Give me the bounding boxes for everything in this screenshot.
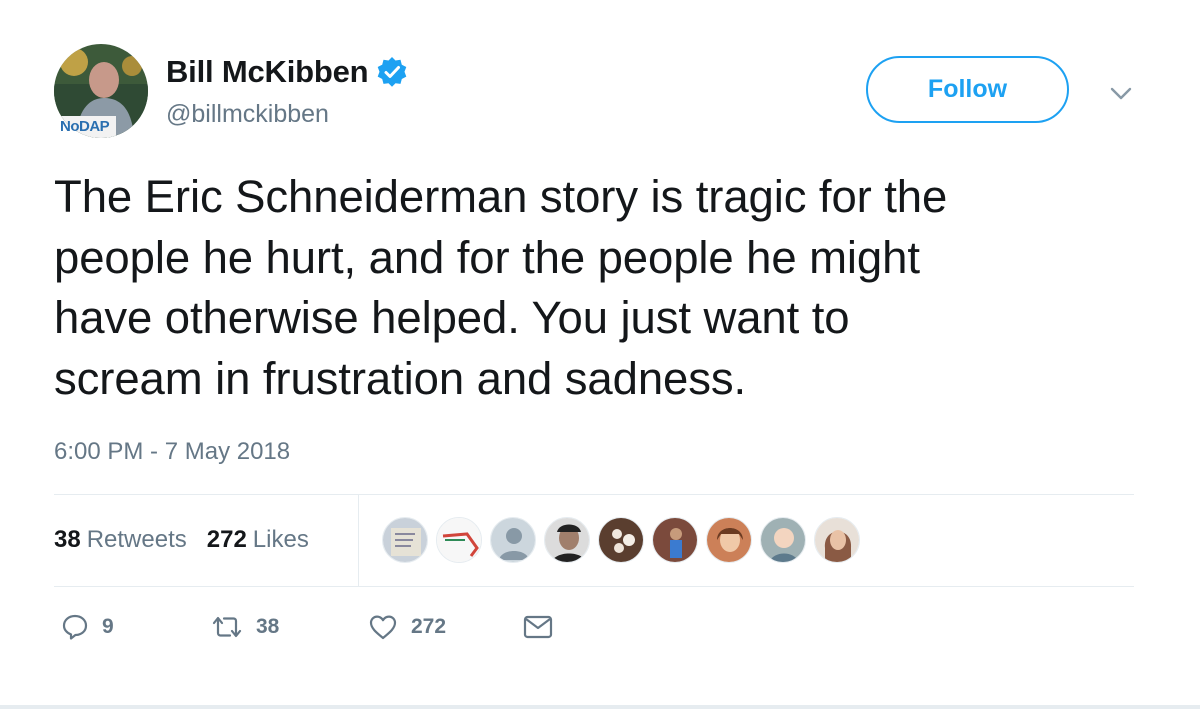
liker-avatar[interactable] <box>760 517 806 563</box>
stats-divider <box>358 494 359 586</box>
retweet-button[interactable]: 38 <box>210 612 367 642</box>
follow-button[interactable]: Follow <box>866 56 1069 123</box>
liker-avatar[interactable] <box>436 517 482 563</box>
author-name-row[interactable]: Bill McKibben <box>166 54 408 90</box>
tweet-text: The Eric Schneiderman story is tragic fo… <box>54 171 948 404</box>
like-button[interactable]: 272 <box>367 612 522 642</box>
divider <box>54 586 1134 587</box>
author-display-name[interactable]: Bill McKibben <box>166 54 369 90</box>
bottom-border <box>0 705 1200 709</box>
liker-avatar-default[interactable] <box>490 517 536 563</box>
retweets-stat[interactable]: 38 Retweets <box>54 526 187 554</box>
liker-avatar[interactable] <box>652 517 698 563</box>
author-handle[interactable]: @billmckibben <box>166 100 329 129</box>
tweet-timestamp[interactable]: 6:00 PM - 7 May 2018 <box>54 438 290 466</box>
envelope-icon <box>522 612 554 642</box>
retweet-count: 38 <box>256 615 280 638</box>
liker-avatar[interactable] <box>814 517 860 563</box>
liker-avatar[interactable] <box>598 517 644 563</box>
retweets-label: Retweets <box>86 526 187 553</box>
likes-label: Likes <box>252 526 309 553</box>
retweets-count: 38 <box>54 526 81 553</box>
liker-avatars <box>382 517 868 563</box>
reply-count: 9 <box>102 615 114 638</box>
avatar-banner-text: NoDAP <box>60 118 110 135</box>
verified-badge-icon <box>376 56 408 88</box>
likes-stat[interactable]: 272 Likes <box>207 526 309 554</box>
tweet-stats: 38 Retweets 272 Likes <box>54 526 329 554</box>
retweet-icon <box>210 612 244 642</box>
reply-button[interactable]: 9 <box>60 612 210 642</box>
liker-avatar[interactable] <box>382 517 428 563</box>
reply-icon <box>60 612 90 642</box>
liker-avatar[interactable] <box>706 517 752 563</box>
chevron-down-icon[interactable] <box>1106 78 1136 108</box>
divider <box>54 494 1134 495</box>
heart-icon <box>367 612 399 642</box>
direct-message-button[interactable] <box>522 612 554 642</box>
liker-avatar[interactable] <box>544 517 590 563</box>
likes-count: 272 <box>206 526 247 553</box>
tweet-actions: 9 38 272 <box>60 612 554 642</box>
like-count: 272 <box>411 615 447 638</box>
